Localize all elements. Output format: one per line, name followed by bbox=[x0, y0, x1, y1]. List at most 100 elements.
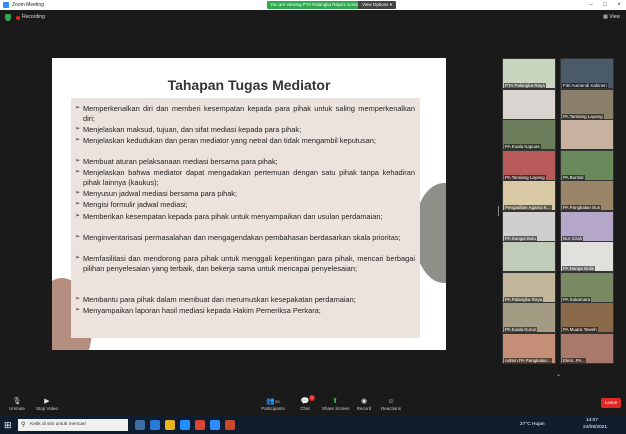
chat-badge: 1 bbox=[309, 395, 315, 401]
chat-button[interactable]: 💬 1 Chat bbox=[298, 395, 315, 411]
slide-bullet: Menjelaskan bahwa mediator dapat mengada… bbox=[75, 168, 415, 187]
share-screen-icon: ⬆ bbox=[332, 398, 338, 405]
slide-bullet: Menginventarisasi permasalahan dan menga… bbox=[75, 233, 415, 243]
recording-label: Recording bbox=[22, 14, 45, 20]
slide-bullet: Menjelaskan kedudukan dan peran mediator… bbox=[75, 136, 415, 146]
participants-button[interactable]: 👥20 Participants bbox=[260, 397, 286, 411]
slide-bullet: Mengisi formulir jadwal mediasi; bbox=[75, 200, 415, 210]
weather-status[interactable]: 27°C Hujan bbox=[520, 422, 545, 427]
participant-name: Pengadilan Agama K... bbox=[504, 205, 552, 210]
participant-name: PA Sungai Bulu bbox=[504, 235, 537, 241]
participant-name: PA Tamiang Layang bbox=[504, 174, 546, 180]
view-label: View bbox=[609, 14, 620, 20]
share-screen-button[interactable]: ⬆ Share Screen bbox=[322, 397, 350, 411]
view-button[interactable]: ▦ View bbox=[603, 14, 620, 20]
record-icon: ◉ bbox=[360, 398, 368, 405]
viewing-banner: You are viewing PTA Palangka Raya's scre… bbox=[267, 1, 364, 9]
chat-label: Chat bbox=[300, 406, 310, 411]
participants-label: Participants bbox=[261, 406, 285, 411]
windows-start-icon[interactable]: ⊞ bbox=[4, 420, 12, 431]
file-explorer-icon[interactable] bbox=[165, 420, 175, 430]
clock-date[interactable]: 24/09/2021 bbox=[583, 425, 607, 430]
store-icon[interactable] bbox=[180, 420, 190, 430]
panel-resize-handle[interactable] bbox=[498, 206, 500, 216]
minimize-icon[interactable]: – bbox=[584, 0, 598, 10]
maximize-icon[interactable]: □ bbox=[598, 0, 612, 10]
participants-icon: 👥20 bbox=[266, 398, 280, 405]
slide-title: Tahapan Tugas Mediator bbox=[167, 77, 331, 93]
close-icon[interactable]: × bbox=[612, 0, 626, 10]
view-options-button[interactable]: View Options ▾ bbox=[358, 1, 396, 9]
participant-tile[interactable]: PA Pangkalan Bun bbox=[560, 180, 614, 211]
participant-tile[interactable]: Pengadilan Agama K... bbox=[502, 180, 556, 211]
reactions-icon: ☺ bbox=[387, 398, 395, 405]
slide-content-box: Memperkenalkan diri dan memberi kesempat… bbox=[71, 98, 420, 338]
participant-tile[interactable]: PA Tamiang Layang bbox=[502, 149, 556, 181]
slide-bullet: Memberikan kesempatan kepada para pihak … bbox=[75, 212, 415, 222]
participant-tile[interactable] bbox=[502, 241, 556, 272]
participant-tile[interactable] bbox=[502, 88, 556, 120]
windows-taskbar: ⊞ Ketik di sini untuk mencari 27°C Hujan… bbox=[0, 416, 626, 434]
participant-name: PA Buntok bbox=[562, 174, 585, 180]
participant-tile[interactable]: PA Kuala Kapuas bbox=[502, 119, 556, 150]
security-shield-icon[interactable] bbox=[5, 14, 11, 21]
participant-tile[interactable]: PA Sukamara bbox=[560, 271, 614, 303]
share-screen-label: Share Screen bbox=[322, 406, 350, 411]
participant-name: PA Kuala Kapuas bbox=[504, 144, 541, 149]
participant-tile[interactable]: Admin PA Pangkalan... bbox=[502, 332, 556, 364]
slide-bullet: Membuat aturan pelaksanaan mediasi bersa… bbox=[75, 157, 415, 167]
edge-icon[interactable] bbox=[150, 420, 160, 430]
clock-time[interactable]: 14:07 bbox=[586, 418, 598, 423]
chevron-down-icon[interactable]: ⌄ bbox=[556, 371, 561, 378]
stop-video-button[interactable]: ▶ Stop Video bbox=[36, 397, 58, 411]
slide-bullet: Memperkenalkan diri dan memberi kesempat… bbox=[75, 104, 415, 123]
video-camera-icon: ▶ bbox=[44, 398, 50, 405]
zoom-taskbar-icon[interactable] bbox=[210, 420, 220, 430]
participant-name: Nur Izzah bbox=[562, 235, 584, 241]
participant-tile[interactable]: Nur Izzah bbox=[560, 210, 614, 242]
recording-dot-icon bbox=[16, 16, 20, 20]
participant-name: PA Sukamara bbox=[562, 296, 592, 302]
participant-tile[interactable]: PA Muara Teweh bbox=[560, 302, 614, 333]
participant-tile[interactable]: PA Kuala Kurun bbox=[502, 302, 556, 333]
participant-tile[interactable]: PA Tamiang Layang bbox=[560, 88, 614, 120]
reactions-label: Reactions bbox=[380, 406, 401, 411]
participant-tile[interactable]: PA Nanga Bulik bbox=[560, 241, 614, 272]
powerpoint-icon[interactable] bbox=[225, 420, 235, 430]
participant-name: PA Tamiang Layang bbox=[562, 113, 604, 119]
record-label: Record bbox=[356, 406, 372, 411]
stop-video-label: Stop Video bbox=[36, 406, 58, 411]
participant-name: PA Palangka Raya bbox=[504, 296, 544, 302]
participant-name: PA Pangkalan Bun bbox=[562, 205, 602, 210]
participant-tile[interactable]: PTA Palangka Raya bbox=[502, 58, 556, 89]
meeting-toolbar: 🎙 Unmute ▶ Stop Video 👥20 Participants 💬… bbox=[0, 394, 626, 416]
slide-bullet: Memfasilitasi dan mendorong para pihak u… bbox=[75, 254, 415, 273]
participant-tile[interactable]: PA Sungai Bulu bbox=[502, 210, 556, 242]
participant-name: Admin PA Pangkalan... bbox=[504, 357, 552, 363]
slide-bullet: Menyusun jadwal mediasi bersama para pih… bbox=[75, 189, 415, 199]
participant-tile[interactable] bbox=[560, 119, 614, 150]
unmute-button[interactable]: 🎙 Unmute bbox=[8, 397, 26, 411]
taskbar-search-input[interactable]: Ketik di sini untuk mencari bbox=[18, 419, 128, 431]
participant-tile[interactable]: Elem..PA... bbox=[560, 332, 614, 364]
participants-count: 20 bbox=[275, 399, 280, 404]
view-options-label: View Options bbox=[362, 2, 389, 7]
participant-tile[interactable]: Fitri Aumendi Kalimen bbox=[560, 58, 614, 89]
slide-bullet: Menyampaikan laporan hasil mediasi kepad… bbox=[75, 306, 415, 316]
participant-tile[interactable]: PA Buntok bbox=[560, 149, 614, 181]
task-view-icon[interactable] bbox=[135, 420, 145, 430]
participant-tile[interactable]: PA Palangka Raya bbox=[502, 271, 556, 303]
reactions-button[interactable]: ☺ Reactions bbox=[380, 397, 402, 411]
chrome-icon[interactable] bbox=[195, 420, 205, 430]
window-title: Zoom Meeting bbox=[12, 2, 44, 8]
meeting-top-bar: Recording ▦ View bbox=[0, 10, 626, 26]
participant-name: PTA Palangka Raya bbox=[504, 83, 546, 88]
participant-gallery: PTA Palangka Raya Fitri Aumendi Kalimen PA… bbox=[502, 58, 622, 364]
participant-name: PA Muara Teweh bbox=[562, 327, 598, 332]
record-button[interactable]: ◉ Record bbox=[356, 397, 372, 411]
unmute-label: Unmute bbox=[9, 406, 25, 411]
slide-bullet: Menjelaskan maksud, tujuan, dan sifat me… bbox=[75, 125, 415, 135]
participant-name: Fitri Aumendi Kalimen bbox=[562, 83, 608, 88]
leave-button[interactable]: Leave bbox=[601, 398, 621, 408]
participant-name: Elem..PA... bbox=[562, 357, 587, 363]
